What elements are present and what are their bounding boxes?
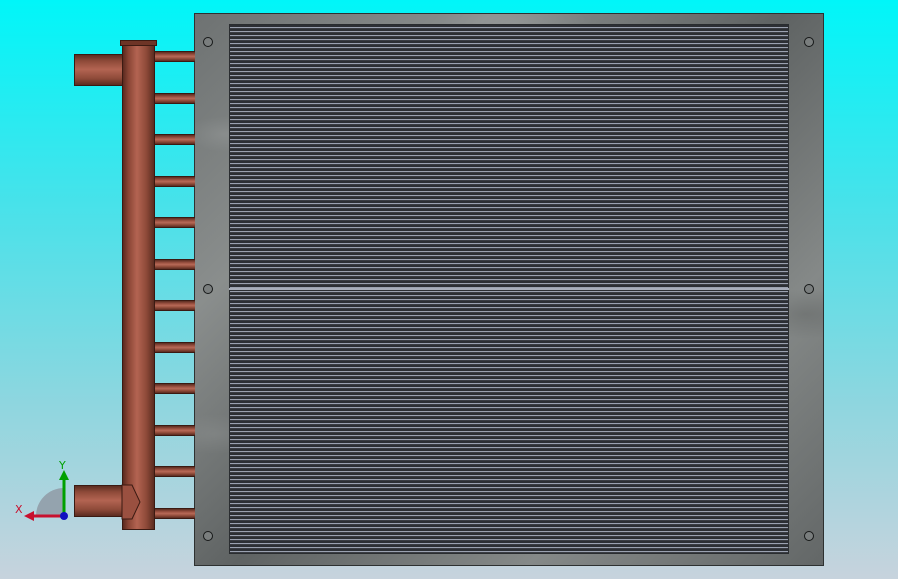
inlet-pipe-top[interactable] xyxy=(74,54,124,86)
mounting-hole xyxy=(203,531,213,541)
mounting-hole xyxy=(804,531,814,541)
manifold-elbow xyxy=(121,484,141,520)
coil-tube[interactable] xyxy=(155,425,195,436)
3d-viewport[interactable]: X Y xyxy=(0,0,898,579)
mounting-hole xyxy=(203,284,213,294)
coil-tube[interactable] xyxy=(155,508,195,519)
mounting-hole xyxy=(203,37,213,47)
coil-tube[interactable] xyxy=(155,134,195,145)
coil-tube[interactable] xyxy=(155,300,195,311)
manifold-cap xyxy=(120,40,157,46)
y-axis-label: Y xyxy=(59,459,66,472)
fin-pack-divider xyxy=(229,288,789,290)
coil-tube[interactable] xyxy=(155,259,195,270)
axis-triad: X Y xyxy=(14,458,84,528)
coil-tube[interactable] xyxy=(155,217,195,228)
coil-tube[interactable] xyxy=(155,466,195,477)
triad-graphic xyxy=(24,470,69,521)
coil-tube[interactable] xyxy=(155,176,195,187)
header-manifold[interactable] xyxy=(122,42,155,530)
coil-tube[interactable] xyxy=(155,342,195,353)
x-axis-label: X xyxy=(15,503,23,516)
coil-tube[interactable] xyxy=(155,383,195,394)
coil-tube[interactable] xyxy=(155,51,195,62)
coil-tube[interactable] xyxy=(155,93,195,104)
mounting-hole xyxy=(804,37,814,47)
mounting-hole xyxy=(804,284,814,294)
